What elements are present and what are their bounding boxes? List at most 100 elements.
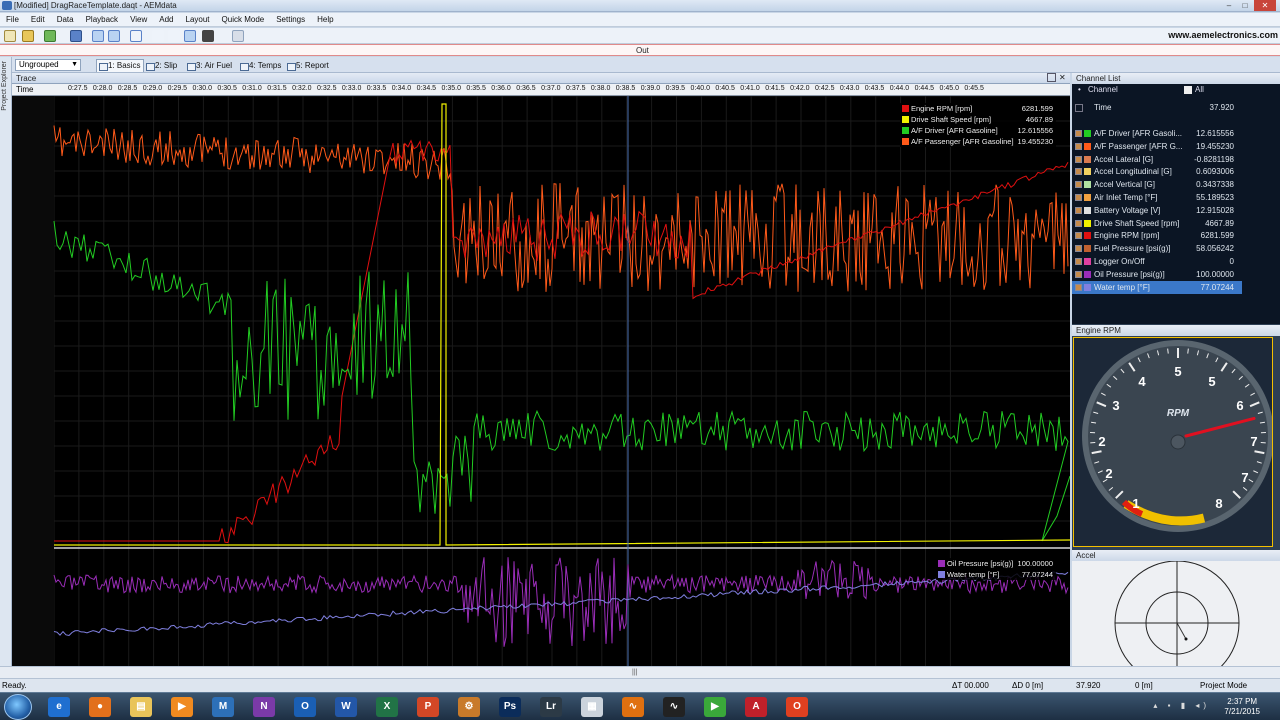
menu-help[interactable]: Help: [311, 13, 339, 26]
menu-quick-mode[interactable]: Quick Mode: [216, 13, 271, 26]
media-player-icon[interactable]: ▶: [171, 697, 193, 717]
tab-basics[interactable]: 1: Basics: [96, 59, 145, 72]
print-icon[interactable]: [202, 30, 214, 42]
channel-checkbox[interactable]: [1075, 270, 1082, 278]
legend-entry[interactable]: A/F Passenger [AFR Gasoline] 19.455230: [900, 136, 1056, 147]
photoshop-icon[interactable]: Ps: [499, 697, 521, 717]
panel-close-icon[interactable]: ✕: [1059, 73, 1066, 82]
menu-edit[interactable]: Edit: [25, 13, 51, 26]
graph-icon[interactable]: ∿: [622, 697, 644, 717]
explorer-icon[interactable]: ▤: [130, 697, 152, 717]
channel-checkbox[interactable]: [1075, 194, 1082, 201]
group-select[interactable]: Ungrouped ▼: [15, 59, 81, 71]
channel-row[interactable]: Battery Voltage [V] 12.915028: [1072, 204, 1242, 217]
channel-row[interactable]: Engine RPM [rpm] 6281.599: [1072, 229, 1242, 242]
outlook-icon[interactable]: O: [294, 697, 316, 717]
aemdata-icon[interactable]: ∿: [663, 697, 685, 717]
ie-icon[interactable]: e: [48, 697, 70, 717]
new-icon[interactable]: [4, 30, 16, 42]
maximize-button[interactable]: □: [1238, 0, 1252, 11]
system-tray[interactable]: ▴ ▪ ▮ ◂): [1153, 701, 1210, 710]
overlay-icon[interactable]: [108, 30, 120, 42]
channel-row[interactable]: Accel Lateral [G] -0.8281198: [1072, 153, 1242, 166]
channel-checkbox[interactable]: [1075, 168, 1082, 176]
channel-row-time[interactable]: Time 37.920: [1072, 101, 1242, 114]
channel-checkbox[interactable]: [1075, 206, 1082, 214]
channel-checkbox[interactable]: [1075, 245, 1082, 253]
rpm-gauge-panel[interactable]: 1 2 2 3 4 5 5 6 7 7 8 RPM: [1073, 337, 1274, 547]
start-button[interactable]: [4, 694, 32, 720]
menu-settings[interactable]: Settings: [270, 13, 311, 26]
channel-checkbox[interactable]: [1075, 232, 1082, 240]
channel-row[interactable]: A/F Driver [AFR Gasoli... 12.615556: [1072, 127, 1242, 140]
menu-playback[interactable]: Playback: [80, 13, 124, 26]
channel-checkbox[interactable]: [1075, 130, 1082, 137]
channel-checkbox[interactable]: [1075, 283, 1082, 291]
step-back-icon[interactable]: [168, 30, 180, 42]
network-icon[interactable]: ▦: [581, 697, 603, 717]
close-button[interactable]: ✕: [1254, 0, 1276, 11]
channel-row[interactable]: Accel Vertical [G] 0.3437338: [1072, 178, 1242, 191]
channel-checkbox[interactable]: [1075, 181, 1082, 189]
channel-checkbox[interactable]: [1075, 155, 1082, 163]
tab-air-fuel[interactable]: 3: Air Fuel: [184, 59, 236, 72]
all-checkbox[interactable]: [1184, 86, 1192, 94]
out-marker-bar[interactable]: Out: [0, 44, 1280, 56]
export-icon[interactable]: [232, 30, 244, 42]
project-explorer-tab[interactable]: Project Explorer: [0, 57, 12, 677]
play-icon[interactable]: ▶: [704, 697, 726, 717]
open-icon[interactable]: [22, 30, 34, 42]
channel-checkbox[interactable]: [1075, 258, 1082, 265]
sync-icon[interactable]: [92, 30, 104, 42]
office-icon[interactable]: O: [786, 697, 808, 717]
channel-row[interactable]: Logger On/Off 0: [1072, 255, 1242, 268]
maps-icon[interactable]: M: [212, 697, 234, 717]
folder-icon[interactable]: ⚙: [458, 697, 480, 717]
onenote-icon[interactable]: N: [253, 697, 275, 717]
legend-entry[interactable]: Oil Pressure [psi(g)] 100.00000: [936, 558, 1056, 569]
panel-maximize-icon[interactable]: [1047, 73, 1056, 82]
lightroom-icon[interactable]: Lr: [540, 697, 562, 717]
menu-add[interactable]: Add: [153, 13, 179, 26]
channel-row[interactable]: Air Inlet Temp [°F] 55.189523: [1072, 191, 1242, 204]
accel-panel[interactable]: [1072, 560, 1280, 686]
tab-report[interactable]: 5: Report: [284, 59, 333, 72]
excel-icon[interactable]: X: [376, 697, 398, 717]
refresh-icon[interactable]: [44, 30, 56, 42]
tab-slip[interactable]: 2: Slip: [143, 59, 181, 72]
horizontal-scrollbar[interactable]: |||: [0, 666, 1280, 678]
legend-entry[interactable]: Water temp [°F] 77.07244: [936, 569, 1056, 580]
legend-entry[interactable]: Engine RPM [rpm] 6281.599: [900, 103, 1056, 114]
legend-name: A/F Driver [AFR Gasoline]: [911, 126, 998, 135]
scroll-grip[interactable]: |||: [632, 669, 637, 676]
step-forward-icon[interactable]: [152, 30, 164, 42]
legend-entry[interactable]: A/F Driver [AFR Gasoline] 12.615556: [900, 125, 1056, 136]
channel-row[interactable]: Drive Shaft Speed [rpm] 4667.89: [1072, 217, 1242, 230]
clock[interactable]: 2:37 PM 7/21/2015: [1224, 697, 1260, 717]
tab-temps[interactable]: 4: Temps: [237, 59, 285, 72]
menu-data[interactable]: Data: [51, 13, 80, 26]
channel-row[interactable]: Fuel Pressure [psi(g)] 58.056242: [1072, 242, 1242, 255]
zoom-icon[interactable]: [130, 30, 142, 42]
menu-view[interactable]: View: [124, 13, 153, 26]
channel-checkbox[interactable]: [1075, 142, 1082, 150]
collapse-icon[interactable]: •: [1078, 85, 1081, 94]
menu-layout[interactable]: Layout: [180, 13, 216, 26]
channel-row[interactable]: Oil Pressure [psi(g)] 100.00000: [1072, 268, 1242, 281]
channel-row[interactable]: A/F Passenger [AFR G... 19.455230: [1072, 140, 1242, 153]
trace-chart[interactable]: [12, 96, 1070, 666]
channel-row[interactable]: Water temp [°F] 77.07244: [1072, 280, 1242, 294]
time-axis[interactable]: Time 0:27.5 0:28.0 0:28.5 0:29.0 0:29.5 0:30.…: [12, 84, 1070, 96]
channel-checkbox[interactable]: [1075, 219, 1082, 227]
firefox-icon[interactable]: ●: [89, 697, 111, 717]
acrobat-icon[interactable]: A: [745, 697, 767, 717]
channel-row[interactable]: Accel Longitudinal [G] 0.6093006: [1072, 165, 1242, 178]
minimize-button[interactable]: –: [1222, 0, 1236, 11]
powerpoint-icon[interactable]: P: [417, 697, 439, 717]
legend-entry[interactable]: Drive Shaft Speed [rpm] 4667.89: [900, 114, 1056, 125]
loop-icon[interactable]: [184, 30, 196, 42]
word-icon[interactable]: W: [335, 697, 357, 717]
trace-plot-area[interactable]: Engine RPM [rpm] 6281.599 Drive Shaft Spee…: [12, 96, 1070, 666]
save-icon[interactable]: [70, 30, 82, 42]
menu-file[interactable]: File: [0, 13, 25, 26]
